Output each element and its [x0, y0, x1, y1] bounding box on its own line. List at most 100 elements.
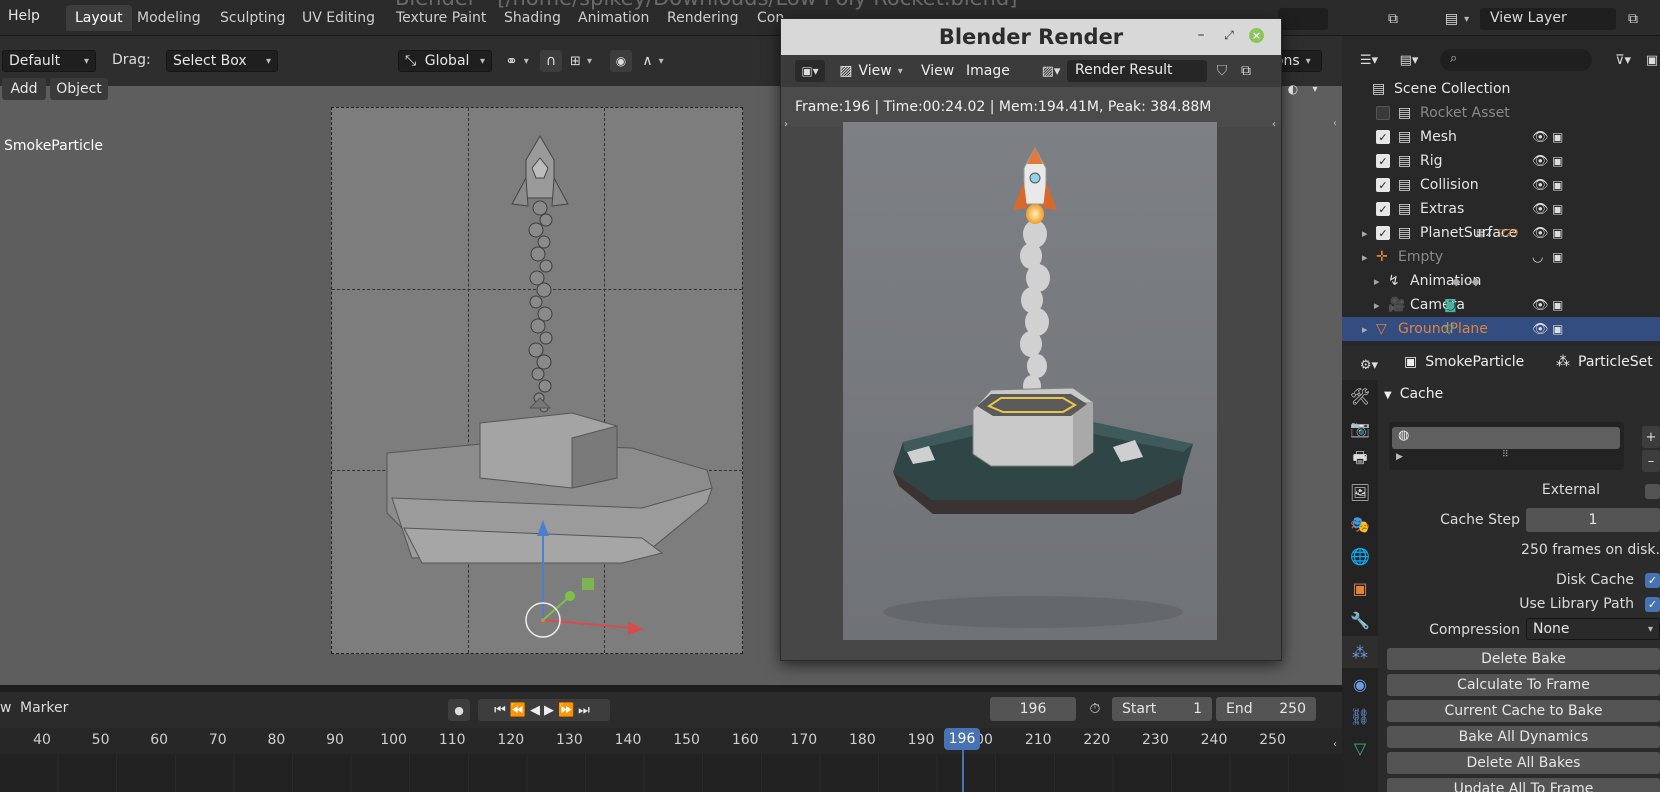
object-tab-icon[interactable]: ▣	[1342, 572, 1378, 604]
orientation-dropdown[interactable]: ⤡ Global ▾	[398, 50, 492, 72]
outliner-row[interactable]: ▸ ✓ ▤ PlanetSurface ▤2 ▽29 👁 ▣	[1342, 221, 1660, 245]
current-frame-field[interactable]: 196	[990, 697, 1076, 721]
image-menu[interactable]: Image	[966, 63, 1010, 79]
falloff-icon[interactable]: ∧ ▾	[636, 50, 670, 72]
output-tab-icon[interactable]: 🖶	[1342, 444, 1378, 476]
new-scene-icon[interactable]: ⧉	[1382, 8, 1404, 30]
constraints-tab-icon[interactable]: ⛓	[1342, 700, 1378, 732]
eye-icon[interactable]: 👁	[1532, 154, 1549, 169]
eye-icon[interactable]: 👁	[1532, 298, 1549, 313]
mode-dropdown[interactable]: Default ▾	[2, 50, 96, 72]
tab-shading[interactable]: Shading	[495, 5, 570, 31]
physics-tab-icon[interactable]: ◉	[1342, 668, 1378, 700]
outliner-row[interactable]: ✓ ▤ Extras 👁 ▣	[1342, 197, 1660, 221]
outliner-row[interactable]: ✓ ▤ Collision 👁 ▣	[1342, 173, 1660, 197]
view-layer-tab-icon[interactable]: 🖼	[1342, 476, 1378, 508]
data-tab-icon[interactable]: ▽	[1342, 732, 1378, 764]
exclude-checkbox[interactable]: ✓	[1376, 226, 1390, 240]
list-expand-icon[interactable]: ▶	[1396, 452, 1403, 462]
external-checkbox[interactable]	[1645, 484, 1660, 499]
pivot-icon[interactable]: ⚭ ▾	[500, 50, 534, 72]
timeline-area[interactable]	[0, 754, 1342, 792]
outliner-row[interactable]: ▸ 🎥 Camera ◙ 👁 ▣	[1342, 293, 1660, 317]
eye-icon[interactable]: 👁	[1532, 178, 1549, 193]
outliner-search[interactable]: ⌕	[1440, 49, 1592, 71]
outliner-row[interactable]: ✓ ▤ Rig 👁 ▣	[1342, 149, 1660, 173]
camera-data-icon[interactable]: ◙	[1444, 298, 1457, 313]
mesh-data-icon[interactable]: ▽	[1444, 322, 1454, 337]
tab-sculpting[interactable]: Sculpting	[211, 5, 294, 31]
expand-arrow-icon[interactable]: ▸	[1362, 227, 1368, 240]
drag-dropdown[interactable]: Select Box ▾	[166, 50, 278, 72]
expand-arrow-icon[interactable]: ▸	[1362, 251, 1368, 264]
tab-layout[interactable]: Layout	[66, 5, 132, 31]
cache-step-field[interactable]: 1	[1526, 508, 1660, 532]
view-mode-dropdown[interactable]: ▨ View ▾	[835, 60, 907, 82]
expand-arrow-icon[interactable]: ▸	[1374, 275, 1380, 288]
update-all-to-frame-button[interactable]: Update All To Frame	[1387, 778, 1660, 792]
stopwatch-icon[interactable]: ⏱	[1084, 698, 1106, 720]
render-visibility-icon[interactable]: ▣	[1552, 154, 1563, 168]
menu-help[interactable]: Help	[8, 8, 40, 24]
use-library-path-checkbox[interactable]: ✓	[1645, 597, 1660, 612]
particles-tab-icon[interactable]: ⁂	[1342, 636, 1378, 668]
object-menu[interactable]: Object	[50, 78, 108, 100]
compression-dropdown[interactable]: None ▾	[1526, 618, 1660, 640]
scene-tab-icon[interactable]: 🎭	[1342, 508, 1378, 540]
render-visibility-icon[interactable]: ▣	[1552, 298, 1563, 312]
proportional-edit-icon[interactable]: ◉	[610, 50, 632, 72]
render-visibility-icon[interactable]: ▣	[1552, 226, 1563, 240]
outliner-row[interactable]: ▤ Scene Collection	[1342, 77, 1660, 101]
image-slot-field[interactable]: Render Result	[1067, 60, 1207, 82]
delete-all-bakes-button[interactable]: Delete All Bakes	[1387, 752, 1660, 774]
eye-icon[interactable]: 👁	[1532, 202, 1549, 217]
toolbar-expand-icon[interactable]: ›	[781, 117, 791, 131]
editor-type-icon[interactable]: ☰▾	[1352, 49, 1386, 71]
add-menu[interactable]: Add	[2, 78, 46, 100]
expand-arrow-icon[interactable]: ▸	[1362, 323, 1368, 336]
eye-icon[interactable]: 👁	[1532, 226, 1549, 241]
maximize-icon[interactable]: ⤢	[1221, 27, 1237, 43]
new-collection-icon[interactable]: ▣	[1644, 49, 1660, 71]
render-window[interactable]: Blender Render – ⤢ × ▣▾ ▨ View ▾ View Imag…	[780, 18, 1282, 661]
sidebar-toggle-icon[interactable]: ‹	[1330, 116, 1340, 130]
display-mode-icon[interactable]: ▤▾	[1392, 49, 1426, 71]
outliner-row[interactable]: ▸ ✛ Empty ◡ ▣	[1342, 245, 1660, 269]
close-icon[interactable]: ×	[1249, 28, 1264, 43]
outliner-row[interactable]: ▸ ▽ GroundPlane ▽ 👁 ▣	[1342, 317, 1660, 341]
view-layer-field[interactable]: View Layer	[1480, 8, 1616, 30]
render-visibility-icon[interactable]: ▣	[1552, 130, 1563, 144]
editor-type-icon[interactable]: ▣▾	[795, 60, 825, 82]
browse-image-icon[interactable]: ▨▾	[1035, 60, 1067, 82]
exclude-checkbox[interactable]: ✓	[1376, 130, 1390, 144]
chevron-down-icon[interactable]: ▾	[1304, 78, 1326, 100]
view-menu[interactable]: View	[921, 63, 954, 79]
snap-icon[interactable]: ∩	[540, 50, 562, 72]
render-visibility-icon[interactable]: ▣	[1552, 250, 1563, 264]
minimize-icon[interactable]: –	[1193, 27, 1209, 43]
tab-texture-paint[interactable]: Texture Paint	[387, 5, 495, 31]
sidebar-expand-icon[interactable]: ‹	[1269, 117, 1279, 131]
cache-list-item[interactable]: ◍	[1392, 427, 1620, 449]
sidebar-toggle-icon[interactable]: ‹	[1330, 737, 1340, 751]
expand-arrow-icon[interactable]: ▸	[1374, 299, 1380, 312]
shading-mode-icon[interactable]: ◐	[1282, 78, 1304, 100]
hidden-eye-icon[interactable]: ◡	[1532, 250, 1543, 265]
start-frame-field[interactable]: Start 1	[1112, 697, 1212, 721]
eye-icon[interactable]: 👁	[1532, 322, 1549, 337]
editor-type-icon[interactable]: ⚙▾	[1352, 354, 1386, 376]
exclude-checkbox[interactable]: ✓	[1376, 154, 1390, 168]
remove-cache-icon[interactable]: –	[1642, 450, 1660, 472]
render-visibility-icon[interactable]: ▣	[1552, 202, 1563, 216]
marker-menu[interactable]: Marker	[20, 700, 68, 716]
new-view-layer-icon[interactable]: ⧉	[1622, 8, 1644, 30]
view-menu[interactable]: w	[0, 700, 11, 716]
end-frame-field[interactable]: End 250	[1216, 697, 1316, 721]
delete-bake-button[interactable]: Delete Bake	[1387, 648, 1660, 670]
list-resize-handle[interactable]: ⠿	[1502, 450, 1509, 460]
outliner-row[interactable]: ▸ ↯ Animation ◆⋯◆	[1342, 269, 1660, 293]
new-image-icon[interactable]: ⧉	[1235, 60, 1257, 82]
tab-uv-editing[interactable]: UV Editing	[293, 5, 384, 31]
eye-icon[interactable]: 👁	[1532, 130, 1549, 145]
render-visibility-icon[interactable]: ▣	[1552, 322, 1563, 336]
